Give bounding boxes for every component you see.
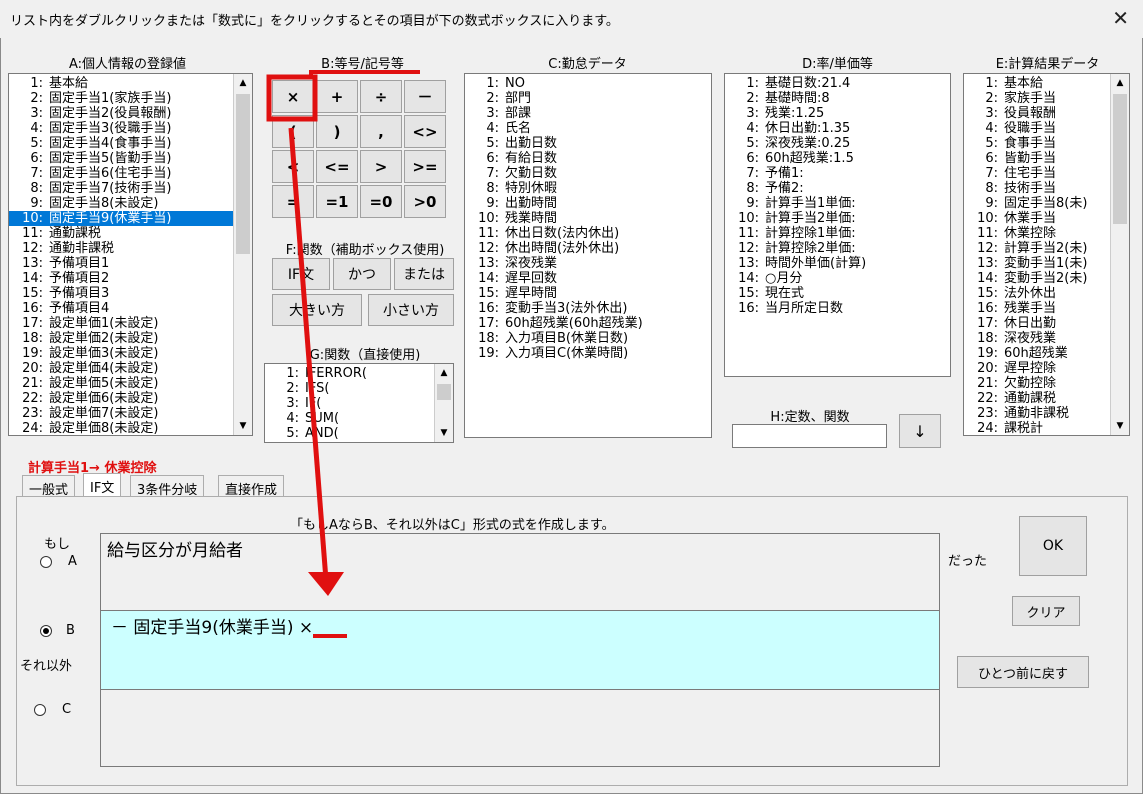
annotation-arrow-line [288, 127, 329, 581]
highlight-box [266, 74, 318, 122]
annotation-overlay [266, 70, 420, 638]
highlight-underline [309, 70, 420, 75]
annotation-arrow-head [308, 572, 344, 596]
